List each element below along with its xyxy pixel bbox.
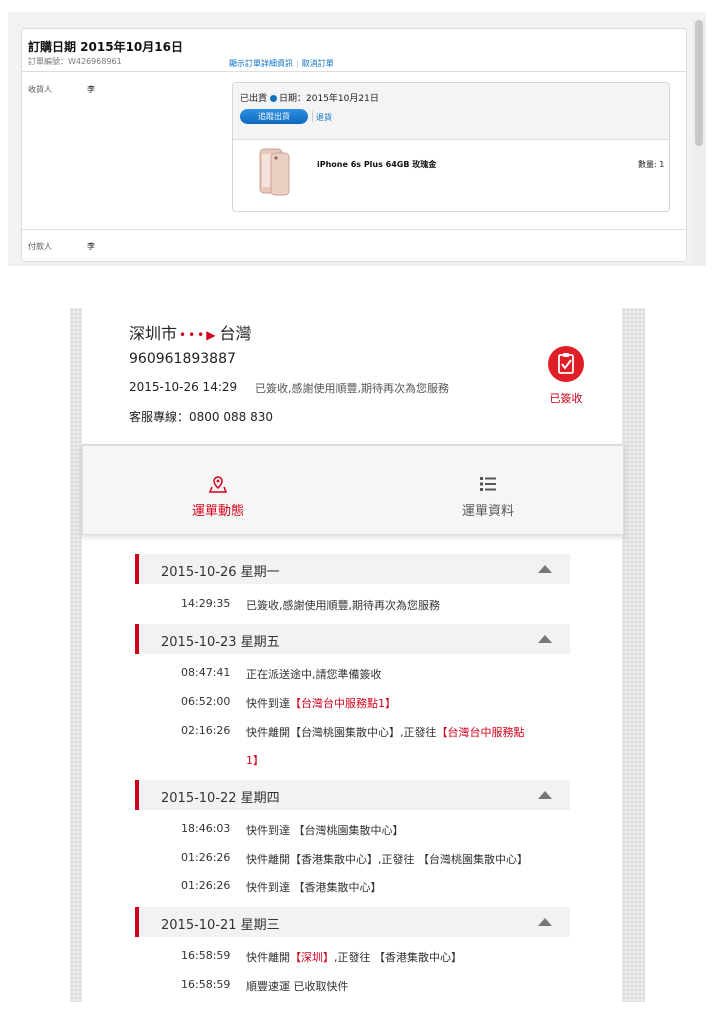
shipped-label: 已出貨 bbox=[240, 94, 268, 104]
day-date: 2015-10-21 星期三 bbox=[161, 918, 280, 933]
event-time: 02:16:26 bbox=[181, 724, 231, 737]
signed-status-label: 已簽收 bbox=[549, 392, 583, 405]
return-link[interactable]: 退貨 bbox=[316, 112, 332, 123]
event-description: 快件到達 【香港集散中心】 bbox=[246, 881, 382, 894]
day-date: 2015-10-22 星期四 bbox=[161, 791, 280, 806]
tab-label: 運單動態 bbox=[191, 504, 244, 519]
day-header-2015-10-22[interactable]: 2015-10-22 星期四 bbox=[135, 780, 570, 810]
collapse-arrow-icon[interactable] bbox=[538, 635, 552, 643]
event-text: 快件離開 bbox=[246, 951, 290, 964]
event-description: 已簽收,感謝使用順豐,期待再次為您服務 bbox=[246, 599, 440, 612]
tab-waybill-info[interactable]: 運單資料 bbox=[353, 446, 623, 534]
route-arrow-icon: •••▶ bbox=[179, 328, 218, 342]
cancel-order-link[interactable]: 取消訂單 bbox=[302, 59, 334, 68]
event-time: 06:52:00 bbox=[181, 695, 231, 708]
recipient-value: 李 bbox=[87, 85, 95, 94]
event-location-highlight: 【台灣台中服務點 bbox=[436, 726, 525, 739]
tab-label: 運單資料 bbox=[461, 504, 514, 519]
divider bbox=[22, 71, 686, 72]
event-description: 快件到達【台灣台中服務點1】 bbox=[246, 695, 396, 711]
event-description: 快件到達 【台灣桃園集散中心】 bbox=[246, 824, 404, 837]
route-origin: 深圳市 bbox=[129, 324, 178, 343]
tracking-number: 960961893887 bbox=[129, 351, 236, 367]
order-scrollbar[interactable] bbox=[692, 20, 706, 266]
order-links: 顯示訂單詳細資訊 | 取消訂單 bbox=[229, 58, 334, 69]
day-date: 2015-10-23 星期五 bbox=[161, 635, 280, 650]
event-description: 快件離開【台灣桃園集散中心】,正發往【台灣台中服務點 bbox=[246, 724, 525, 740]
event-location-highlight: 【台灣台中服務點1】 bbox=[290, 697, 396, 710]
tab-waybill-dynamics[interactable]: 運單動態 bbox=[83, 446, 353, 534]
event-time: 08:47:41 bbox=[181, 666, 231, 679]
last-update-time: 2015-10-26 14:29 bbox=[129, 380, 238, 394]
day-header-2015-10-26[interactable]: 2015-10-26 星期一 bbox=[135, 554, 570, 584]
payer-value: 李 bbox=[87, 242, 95, 251]
event-description: 快件離開【香港集散中心】,正發往 【台灣桃園集散中心】 bbox=[246, 853, 528, 866]
event-text: 快件到達 bbox=[246, 697, 290, 710]
event-text: ,正發往 【香港集散中心】 bbox=[334, 951, 462, 964]
list-icon bbox=[480, 477, 496, 491]
collapse-arrow-icon[interactable] bbox=[538, 791, 552, 799]
collapse-arrow-icon[interactable] bbox=[538, 565, 552, 573]
event-text: 快件離開【台灣桃園集散中心】,正發往 bbox=[246, 726, 437, 739]
waybill-tabs: 運單動態 運單資料 bbox=[82, 445, 624, 535]
signed-clipboard-icon bbox=[548, 346, 584, 382]
event-description: 正在派送途中,請您準備簽收 bbox=[246, 668, 382, 681]
event-time: 01:26:26 bbox=[181, 851, 231, 864]
waybill-summary: 深圳市 •••▶ 台灣 960961893887 2015-10-26 14:29 … bbox=[82, 308, 622, 445]
event-time: 16:58:59 bbox=[181, 978, 231, 991]
event-location-highlight: 【深圳】 bbox=[290, 951, 334, 964]
link-separator: | bbox=[296, 59, 299, 68]
track-shipment-button[interactable]: 追蹤出貨 bbox=[240, 109, 308, 124]
route: 深圳市 •••▶ 台灣 bbox=[129, 320, 252, 344]
order-date-title: 訂購日期 2015年10月16日 bbox=[28, 40, 183, 54]
scrollbar-thumb[interactable] bbox=[695, 20, 703, 146]
divider bbox=[22, 229, 686, 230]
iphone-product-image bbox=[259, 148, 290, 196]
product-name: iPhone 6s Plus 64GB 玫瑰金 bbox=[317, 160, 437, 169]
shipment-date: 日期：2015年10月21日 bbox=[279, 94, 379, 104]
last-update-description: 已簽收,感謝使用順豐,期待再次為您服務 bbox=[255, 382, 449, 395]
link-separator bbox=[312, 111, 313, 122]
day-date: 2015-10-26 星期一 bbox=[161, 565, 280, 580]
product-quantity: 數量: 1 bbox=[638, 160, 665, 169]
event-description-continued: 1】 bbox=[246, 754, 264, 767]
recipient-label: 收貨人 bbox=[28, 85, 52, 94]
map-pin-icon bbox=[208, 476, 228, 493]
collapse-arrow-icon[interactable] bbox=[538, 918, 552, 926]
order-number: 訂單編號：W426968961 bbox=[28, 57, 122, 66]
order-card: 訂購日期 2015年10月16日 訂單編號：W426968961 顯示訂單詳細資… bbox=[21, 28, 687, 262]
event-time: 14:29:35 bbox=[181, 597, 231, 610]
route-destination: 台灣 bbox=[219, 324, 252, 343]
event-time: 18:46:03 bbox=[181, 822, 231, 835]
shipment-status: 已出貨 日期：2015年10月21日 bbox=[240, 91, 379, 104]
event-time: 01:26:26 bbox=[181, 879, 231, 892]
status-dot-icon bbox=[270, 95, 278, 102]
shipment-box: 已出貨 日期：2015年10月21日 追蹤出貨 退貨 iPhone 6s Plus… bbox=[232, 82, 670, 212]
shipment-header: 已出貨 日期：2015年10月21日 追蹤出貨 退貨 bbox=[233, 83, 669, 140]
customer-service-hotline: 客服專線：0800 088 830 bbox=[129, 410, 273, 424]
day-header-2015-10-21[interactable]: 2015-10-21 星期三 bbox=[135, 907, 570, 937]
day-header-2015-10-23[interactable]: 2015-10-23 星期五 bbox=[135, 624, 570, 654]
payer-label: 付款人 bbox=[28, 242, 52, 251]
event-time: 16:58:59 bbox=[181, 949, 231, 962]
event-description: 順豐速運 已收取快件 bbox=[246, 980, 349, 993]
event-description: 快件離開【深圳】,正發往 【香港集散中心】 bbox=[246, 949, 462, 965]
show-order-details-link[interactable]: 顯示訂單詳細資訊 bbox=[229, 59, 293, 68]
